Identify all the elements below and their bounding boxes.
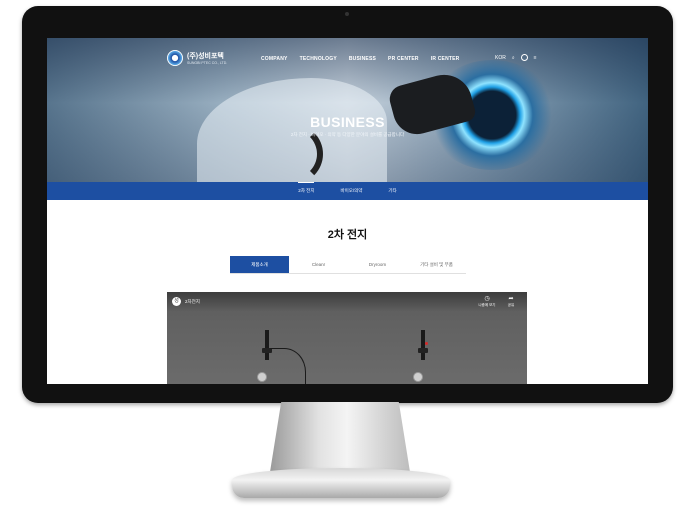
monitor-stand-base — [232, 468, 450, 498]
browser-viewport: (주)성비포텍 SUNGBI PTEC CO., LTD. COMPANY TE… — [47, 38, 648, 384]
monitor-stand-neck — [270, 402, 410, 472]
nav-business[interactable]: BUSINESS — [349, 56, 376, 62]
main-nav: COMPANY TECHNOLOGY BUSINESS PR CENTER IR… — [261, 56, 460, 62]
machine-pulley-right — [413, 372, 423, 382]
webcam — [345, 12, 349, 16]
share-icon: ➦ — [508, 296, 514, 302]
nav-company[interactable]: COMPANY — [261, 56, 288, 62]
logo-subtext: SUNGBI PTEC CO., LTD. — [187, 61, 228, 65]
subnav-item-etc[interactable]: 기타 — [388, 188, 396, 194]
machine-wire — [270, 348, 306, 384]
hero-banner: (주)성비포텍 SUNGBI PTEC CO., LTD. COMPANY TE… — [47, 38, 648, 188]
video-player[interactable]: 성 2차전지 ◷ 나중에 보기 ➦ 공유 — [167, 292, 527, 384]
nav-ir-center[interactable]: IR CENTER — [431, 56, 460, 62]
logo-text: (주)성비포텍 — [187, 53, 224, 60]
video-title[interactable]: 2차전지 — [185, 299, 200, 305]
header-utilities: KOR ⌕ ≡ — [495, 54, 537, 61]
site-logo[interactable]: (주)성비포텍 SUNGBI PTEC CO., LTD. — [167, 50, 227, 66]
hero-subtitle: 2차 전지 · 바이오 · 의약 등 다양한 분야의 설비를 공급합니다 — [290, 132, 405, 137]
nav-pr-center[interactable]: PR CENTER — [388, 56, 419, 62]
channel-avatar[interactable]: 성 — [172, 297, 181, 306]
monitor-frame: (주)성비포텍 SUNGBI PTEC CO., LTD. COMPANY TE… — [22, 6, 673, 403]
watch-later-button[interactable]: ◷ 나중에 보기 — [477, 296, 497, 308]
machine-pulley-left — [257, 372, 267, 382]
indicator-light — [425, 342, 428, 345]
machine-head-right — [418, 348, 428, 353]
nav-technology[interactable]: TECHNOLOGY — [300, 56, 337, 62]
menu-icon[interactable]: ≡ — [534, 55, 537, 61]
video-header — [167, 292, 527, 312]
tab-dryroom[interactable]: Dryroom — [348, 256, 407, 273]
content-tabs: 제품소개 Cleanr Dryroom 기타 설비 및 부품 — [230, 256, 466, 274]
share-label: 공유 — [507, 303, 515, 307]
tab-cleanr[interactable]: Cleanr — [289, 256, 348, 273]
tab-other-equipment[interactable]: 기타 설비 및 부품 — [407, 256, 466, 273]
tab-product-intro[interactable]: 제품소개 — [230, 256, 289, 273]
subnav-item-bio[interactable]: 바이오/의약 — [340, 188, 362, 194]
watch-later-label: 나중에 보기 — [478, 303, 496, 307]
machine-arm-left — [265, 330, 269, 360]
search-icon[interactable]: ⌕ — [512, 55, 515, 61]
sub-nav: 2차 전지 바이오/의약 기타 — [47, 182, 648, 200]
share-button[interactable]: ➦ 공유 — [503, 296, 519, 308]
page-title: 2차 전지 — [327, 229, 368, 241]
machine-arm-right — [421, 330, 425, 360]
logo-mark-icon — [167, 50, 183, 66]
subnav-item-battery[interactable]: 2차 전지 — [298, 182, 315, 194]
language-toggle[interactable]: KOR — [495, 55, 506, 61]
globe-icon[interactable] — [520, 54, 528, 61]
hero-title: BUSINESS — [310, 114, 385, 130]
clock-icon: ◷ — [484, 296, 490, 302]
